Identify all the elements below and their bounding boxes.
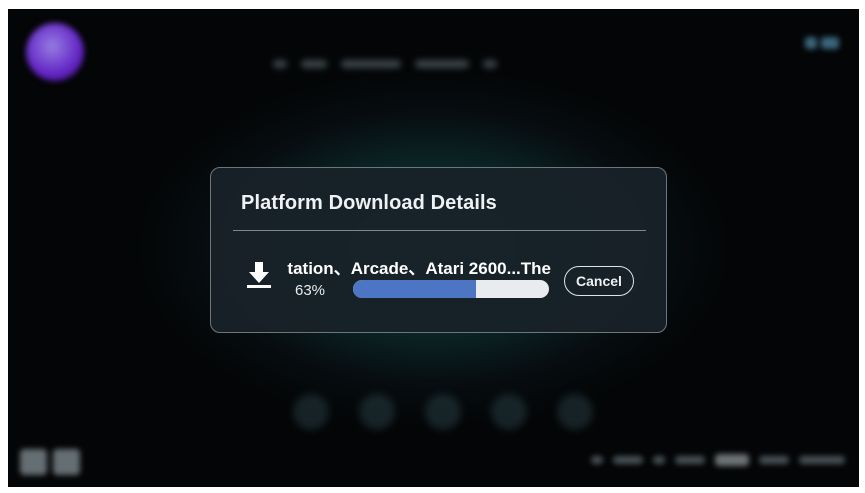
screen: Platform Download Details PlayStation、Ar… — [8, 9, 859, 487]
cancel-button[interactable]: Cancel — [564, 266, 634, 296]
bottom-right-hints-blurred — [545, 453, 845, 467]
bottom-left-control-blurred — [20, 449, 80, 475]
top-nav-blurred — [273, 55, 623, 73]
download-icon — [247, 262, 271, 288]
progress-bar — [353, 280, 549, 298]
download-file-name: PlayStation、Arcade、Atari 2600...The — [287, 254, 551, 279]
bottom-shelf-blurred — [293, 394, 593, 434]
dialog-title: Platform Download Details — [241, 192, 497, 214]
top-right-control-blurred — [805, 37, 841, 51]
progress-bar-fill — [353, 280, 477, 298]
file-name-text: PlayStation、Arcade、Atari 2600...The — [287, 259, 551, 278]
progress-percent: 63% — [295, 282, 326, 299]
divider — [233, 230, 646, 231]
avatar — [26, 23, 84, 81]
download-dialog: Platform Download Details PlayStation、Ar… — [210, 167, 667, 333]
